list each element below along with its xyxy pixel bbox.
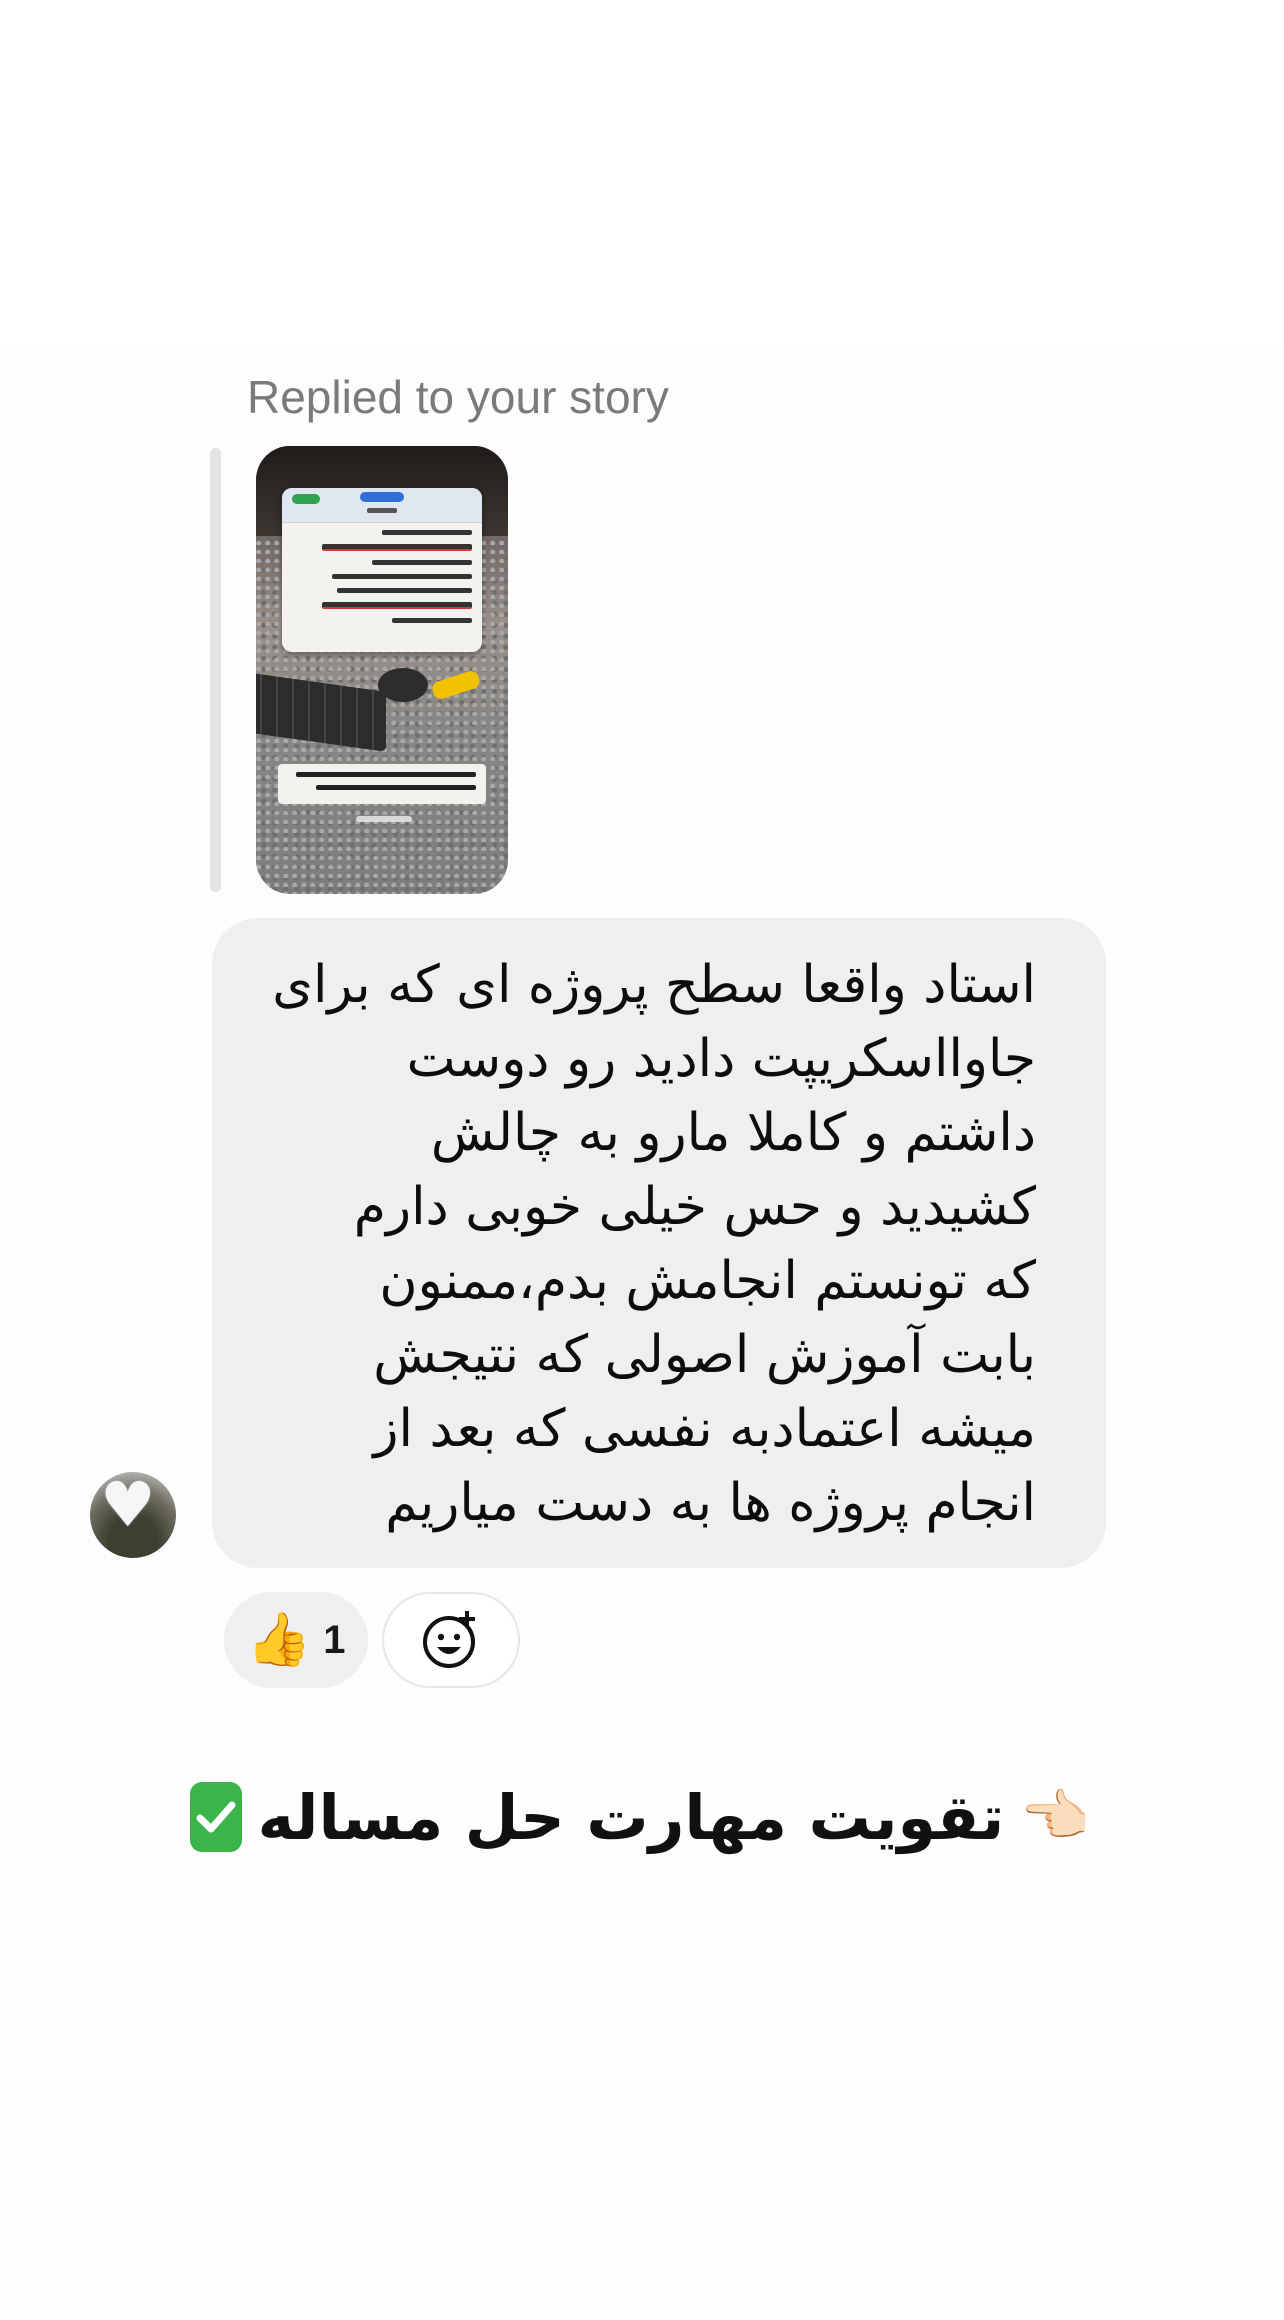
caption-line	[296, 772, 476, 777]
mouse-image	[378, 668, 428, 702]
text-line	[392, 618, 472, 623]
thumbs-up-icon: 👍	[246, 1610, 312, 1670]
story-screenshot-text	[312, 530, 472, 632]
contact-name-line	[367, 508, 397, 513]
reply-quote-bar	[210, 448, 221, 892]
caption-line	[316, 785, 476, 790]
headline: تقویت مهارت حل مساله 👈🏻	[190, 1772, 1090, 1862]
text-line	[337, 588, 472, 593]
text-line	[322, 544, 472, 551]
check-mark-icon	[190, 1782, 242, 1852]
white-heart-icon: ♥	[100, 1472, 156, 1541]
story-thumbnail[interactable]	[256, 446, 508, 894]
replied-to-story-label: Replied to your story	[247, 371, 669, 423]
story-screenshot-card	[282, 488, 482, 652]
story-footer-text	[356, 816, 412, 822]
keyboard-image	[256, 672, 386, 752]
message-text: استاد واقعا سطح پروژه ای که برای جاوااسک…	[272, 955, 1036, 1533]
reaction-pill[interactable]: 👍 1	[224, 1592, 368, 1688]
story-screenshot-header	[282, 488, 482, 523]
text-line	[332, 574, 472, 579]
avatar[interactable]: ♥	[90, 1472, 176, 1558]
add-reaction-button[interactable]	[382, 1592, 520, 1688]
text-line	[372, 560, 472, 565]
reaction-count: 1	[323, 1617, 346, 1662]
text-line	[382, 530, 472, 535]
headline-title: تقویت مهارت حل مساله	[257, 1780, 1005, 1854]
yellow-object-image	[430, 669, 482, 701]
story-caption-box	[278, 764, 486, 804]
text-line	[322, 602, 472, 609]
pointing-hand-icon: 👈🏻	[1020, 1784, 1090, 1849]
status-time-pill	[292, 494, 320, 504]
add-reaction-icon	[423, 1611, 475, 1668]
status-call-pill	[360, 492, 404, 502]
message-bubble[interactable]: استاد واقعا سطح پروژه ای که برای جاوااسک…	[212, 918, 1106, 1568]
check-mark-glyph	[196, 1801, 236, 1833]
